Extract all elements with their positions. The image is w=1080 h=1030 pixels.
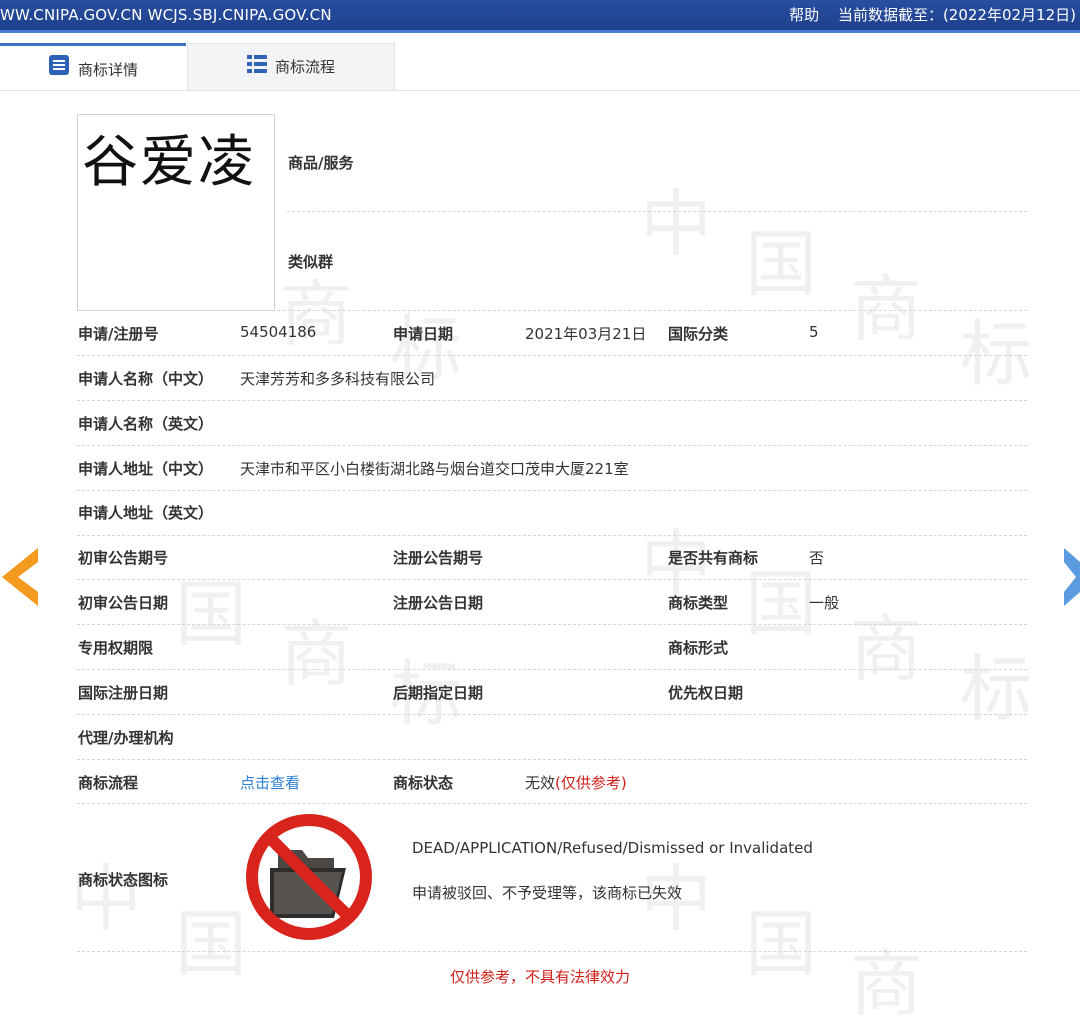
view-process-link[interactable]: 点击查看 xyxy=(240,772,300,793)
watermark: 国 xyxy=(745,222,818,306)
intl-class-value: 5 xyxy=(809,323,819,341)
help-link[interactable]: 帮助 xyxy=(789,6,819,24)
status-icon-label: 商标状态图标 xyxy=(78,871,169,889)
tm-type-label: 商标类型 xyxy=(668,594,729,612)
watermark: 商 xyxy=(280,612,353,696)
apply-date-value: 2021年03月21日 xyxy=(525,325,647,343)
disclaimer-note: 仅供参考，不具有法律效力 xyxy=(449,968,630,986)
priority-date-label: 优先权日期 xyxy=(668,684,744,702)
prelim-date-label: 初审公告日期 xyxy=(78,594,169,612)
exclusive-period-label: 专用权期限 xyxy=(78,639,154,657)
tab-label: 商标流程 xyxy=(274,58,335,76)
divider xyxy=(77,803,1027,804)
similar-group-label: 类似群 xyxy=(288,253,334,271)
status-label: 商标状态 xyxy=(393,774,454,792)
divider xyxy=(77,400,1027,401)
trademark-image-text: 谷爱凌 xyxy=(82,130,256,195)
address-cn-value: 天津市和平区小白楼街湖北路与烟台道交口茂申大厦221室 xyxy=(240,460,629,478)
goods-services-label: 商品/服务 xyxy=(288,154,354,172)
divider xyxy=(77,355,1027,356)
agent-label: 代理/办理机构 xyxy=(78,729,174,747)
status-text: 无效 xyxy=(525,774,556,792)
top-bar: WW.CNIPA.GOV.CN WCJS.SBJ.CNIPA.GOV.CN 帮助… xyxy=(0,0,1080,33)
divider xyxy=(77,579,1027,580)
shared-value: 否 xyxy=(809,549,825,567)
applicant-cn-label: 申请人名称（中文） xyxy=(78,370,214,388)
divider xyxy=(77,759,1027,760)
watermark: 商 xyxy=(850,267,923,351)
status-en-text: DEAD/APPLICATION/Refused/Dismissed or In… xyxy=(412,839,813,857)
tm-type-value: 一般 xyxy=(809,594,840,612)
divider xyxy=(77,310,1027,311)
document-list-icon xyxy=(48,47,70,95)
tm-form-label: 商标形式 xyxy=(668,639,729,657)
top-bar-right: 帮助 当前数据截至：(2022年02月12日) xyxy=(789,0,1076,30)
divider xyxy=(77,535,1027,536)
watermark: 国 xyxy=(175,572,248,656)
divider xyxy=(77,669,1027,670)
apply-date-label: 申请日期 xyxy=(393,325,454,343)
data-date: 当前数据截至：(2022年02月12日) xyxy=(837,6,1076,24)
status-value: 无效(仅供参考) xyxy=(525,772,627,793)
reg-pub-date-label: 注册公告日期 xyxy=(393,594,484,612)
watermark: 商 xyxy=(850,607,923,691)
watermark: 中 xyxy=(70,857,143,941)
reg-no-label: 申请/注册号 xyxy=(78,325,159,343)
divider xyxy=(77,951,1027,952)
status-note: (仅供参考) xyxy=(555,774,627,792)
reg-no-value: 54504186 xyxy=(240,323,317,341)
list-view-icon xyxy=(246,45,267,91)
watermark: 标 xyxy=(960,647,1033,731)
divider xyxy=(287,211,1027,212)
later-designation-label: 后期指定日期 xyxy=(393,684,484,702)
prohibited-folder-icon xyxy=(240,810,378,948)
intl-reg-date-label: 国际注册日期 xyxy=(78,684,169,702)
divider xyxy=(77,714,1027,715)
prelim-no-label: 初审公告期号 xyxy=(78,549,169,567)
applicant-cn-value: 天津芳芳和多多科技有限公司 xyxy=(240,370,436,388)
address-en-label: 申请人地址（英文） xyxy=(78,504,214,522)
tab-bar: 商标详情 商标流程 xyxy=(0,43,1080,91)
process-label: 商标流程 xyxy=(78,774,139,792)
previous-arrow-icon[interactable] xyxy=(0,548,40,606)
site-domains: WW.CNIPA.GOV.CN WCJS.SBJ.CNIPA.GOV.CN xyxy=(0,6,332,24)
divider xyxy=(77,624,1027,625)
divider xyxy=(77,490,1027,491)
trademark-image: 谷爱凌 xyxy=(77,114,275,311)
tab-label: 商标详情 xyxy=(77,61,138,79)
status-cn-text: 申请被驳回、不予受理等，该商标已失效 xyxy=(412,884,683,902)
shared-label: 是否共有商标 xyxy=(668,549,759,567)
tab-trademark-process[interactable]: 商标流程 xyxy=(187,43,395,90)
address-cn-label: 申请人地址（中文） xyxy=(78,460,214,478)
intl-class-label: 国际分类 xyxy=(668,325,729,343)
divider xyxy=(77,445,1027,446)
watermark: 中 xyxy=(640,182,713,266)
applicant-en-label: 申请人名称（英文） xyxy=(78,415,214,433)
tab-trademark-details[interactable]: 商标详情 xyxy=(0,43,186,90)
reg-pub-no-label: 注册公告期号 xyxy=(393,549,484,567)
next-arrow-icon[interactable] xyxy=(1062,548,1080,606)
